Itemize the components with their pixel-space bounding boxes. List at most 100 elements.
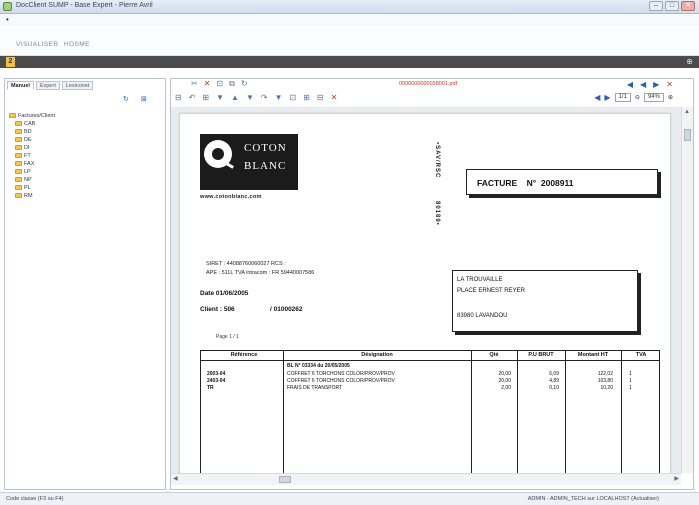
folder-icon [15, 129, 22, 135]
copy-icon[interactable]: ⧉ [229, 79, 235, 89]
cut-icon[interactable]: ✂ [191, 79, 198, 89]
tree-item[interactable]: LP [9, 168, 55, 176]
close-button[interactable]: ✕ [681, 1, 695, 11]
row-pu: 4,89 [549, 378, 559, 384]
zoom-out-icon[interactable]: ⊖ [635, 94, 640, 101]
folder-icon [15, 137, 22, 143]
scan-icon[interactable]: ⊡ [216, 79, 223, 89]
vertical-reference: •SAV/RSC 80189• [430, 142, 440, 226]
down-icon[interactable]: ▼ [246, 93, 254, 103]
tree-item-root[interactable]: Factures/Client [9, 112, 55, 120]
address-line: LA TROUVAILLE [457, 277, 503, 283]
filter-icon[interactable]: ⊠ [141, 95, 147, 103]
clear-icon[interactable]: ✕ [331, 93, 338, 103]
delete-icon[interactable]: ✕ [204, 79, 211, 89]
tree-item[interactable]: PL [9, 184, 55, 192]
prev-page-icon[interactable]: ◀ [594, 93, 600, 102]
row-designation: COFFRET 6 TORCHONS COLOR/PROV/PROV [287, 378, 395, 384]
first-doc-icon[interactable]: ◀ [627, 80, 633, 89]
undo-icon[interactable]: ↶ [189, 93, 196, 103]
zoom-in-icon[interactable]: ⊕ [668, 94, 673, 101]
row-ref: 2403-04 [207, 378, 226, 384]
tree-item[interactable]: DI [9, 144, 55, 152]
refresh-icon[interactable]: ↻ [123, 95, 129, 103]
tab-visualiser[interactable]: VISUALISER [16, 41, 58, 48]
navigation-icons: ◀ ◀ ▶ ✕ [627, 80, 673, 89]
tab-lexiconet[interactable]: Lexiconet [61, 81, 94, 90]
row-pu: 6,09 [549, 371, 559, 377]
ribbon-tabs: VISUALISER HOSME [0, 26, 699, 56]
row-ht: 103,80 [597, 378, 613, 384]
next-doc-icon[interactable]: ▶ [653, 80, 659, 89]
prev-doc-icon[interactable]: ◀ [640, 80, 646, 89]
folder-icon [15, 169, 22, 175]
row-tva: 1 [629, 378, 632, 384]
tree-item[interactable]: DE [9, 136, 55, 144]
tree-item[interactable]: RM [9, 192, 55, 200]
window-controls: – □ ✕ [649, 1, 695, 11]
scroll-up-icon[interactable]: ▲ [684, 109, 690, 115]
folder-icon [15, 185, 22, 191]
rotate-icon[interactable]: ↻ [241, 79, 248, 89]
pin-icon[interactable]: ⊕ [686, 57, 693, 66]
tab-expert[interactable]: Expert [35, 81, 60, 90]
scroll-left-icon[interactable]: ◀ [173, 475, 178, 482]
tree-item[interactable]: CAB [9, 120, 55, 128]
table-row-bl: BL N° 03334 du 20/05/2005 [287, 363, 350, 369]
tree-item-label: DE [24, 137, 32, 143]
left-pane-tabs: Manuel Expert Lexiconet [7, 81, 94, 90]
folder-icon [15, 145, 22, 151]
page-input[interactable]: 1/1 [614, 93, 631, 102]
tab-hosme[interactable]: HOSME [64, 41, 90, 48]
next-page-icon[interactable]: ▶ [604, 93, 610, 102]
tree-item-label: CAB [24, 121, 36, 127]
up-icon[interactable]: ▲ [231, 93, 239, 103]
row-tva: 1 [629, 385, 632, 391]
page-icon[interactable]: ⊟ [175, 93, 182, 103]
invoice-title-box: FACTURE N° 2008911 [466, 169, 658, 195]
scroll-thumb[interactable] [684, 129, 691, 141]
minimize-button[interactable]: – [649, 1, 663, 11]
dropdown-icon[interactable]: ▼ [275, 93, 283, 103]
tree-item-label: BD [24, 129, 32, 135]
toolbar-second: ⊟ ↶ ⊞ ▼ ▲ ▼ ↷ ▼ ⊡ ⊞ ⊟ ✕ [175, 93, 337, 103]
folder-icon [15, 193, 22, 199]
client-line: Client : 506 / 01000262 [200, 306, 303, 313]
horizontal-scrollbar[interactable]: ◀ ▶ [171, 473, 681, 485]
ape-line: APE : 511L TVA intracom : FR 59440007586 [206, 270, 315, 276]
address-line: 83980 LAVANDOU [457, 313, 508, 319]
row-pu: 0,10 [549, 385, 559, 391]
invoice-no-label: N° [526, 178, 537, 188]
close-doc-icon[interactable]: ✕ [666, 80, 673, 89]
tree-item[interactable]: NP [9, 176, 55, 184]
row-ht: 122,02 [597, 371, 613, 377]
grid-icon[interactable]: ⊞ [202, 93, 209, 103]
left-pane: Manuel Expert Lexiconet ↻ ⊠ Factures/Cli… [4, 78, 166, 490]
document-tab[interactable]: 2 [6, 57, 15, 67]
tree-item[interactable]: BD [9, 128, 55, 136]
maximize-button[interactable]: □ [665, 1, 679, 11]
header-pu-brut: P.U BRUT [528, 352, 554, 358]
scroll-right-icon[interactable]: ▶ [674, 475, 679, 482]
scroll-thumb[interactable] [279, 476, 291, 483]
add-page-icon[interactable]: ⊞ [303, 93, 310, 103]
dropdown-icon[interactable]: ▼ [216, 93, 224, 103]
tree-item[interactable]: FAX [9, 160, 55, 168]
redo-icon[interactable]: ↷ [261, 93, 268, 103]
quick-access-icon[interactable]: • [6, 15, 9, 24]
vertical-scrollbar[interactable]: ▲ [681, 107, 693, 473]
remove-page-icon[interactable]: ⊟ [317, 93, 324, 103]
row-ref: TR [207, 385, 214, 391]
company-info: SIRET : 44088760060027 RCS : APE : 511L … [206, 260, 314, 278]
select-icon[interactable]: ⊡ [290, 93, 297, 103]
vertical-text-top: •SAV/RSC [434, 142, 440, 179]
siret-line: SIRET : 44088760060027 RCS : [206, 261, 286, 267]
folder-icon [15, 121, 22, 127]
row-designation: COFFRET 6 TORCHONS COLOR/PROV/PROV [287, 371, 395, 377]
tab-manuel[interactable]: Manuel [7, 81, 34, 90]
invoice-label: FACTURE [477, 178, 518, 188]
zoom-select[interactable]: 94% [643, 93, 664, 102]
file-name: 0000000000038001.pdf [399, 81, 458, 87]
tree-item[interactable]: FT [9, 152, 55, 160]
document-viewer[interactable]: COTON BLANC www.cotonblanc.com •SAV/RSC … [171, 107, 681, 473]
